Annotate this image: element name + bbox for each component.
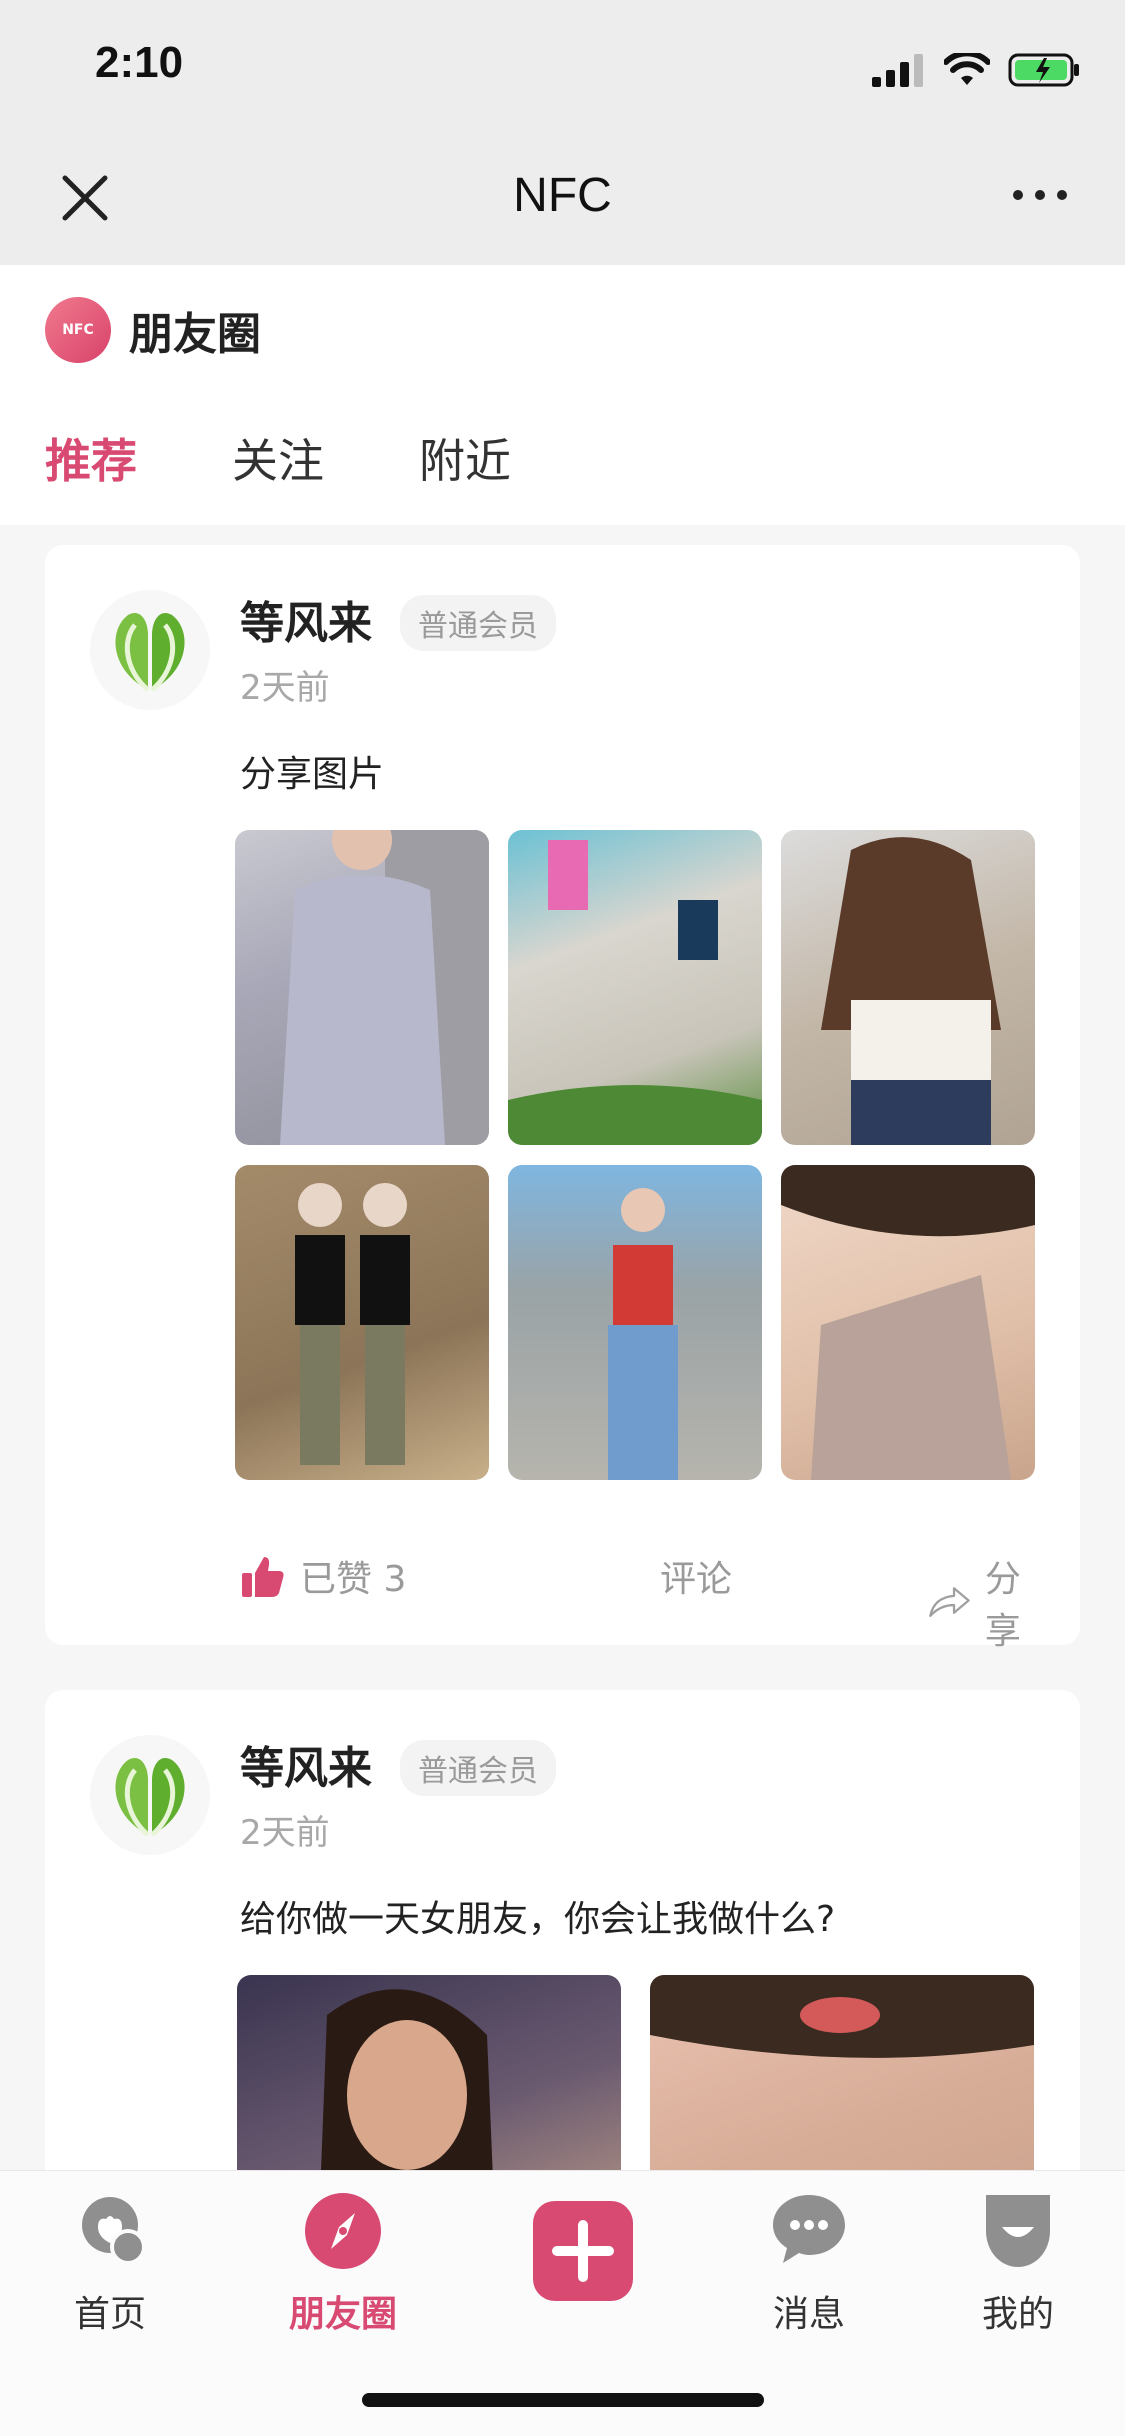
more-icon[interactable] — [1010, 185, 1070, 205]
tab-recommend[interactable]: 推荐 — [45, 425, 137, 491]
post-photo[interactable] — [237, 1975, 621, 2170]
username[interactable]: 等风来 — [240, 587, 372, 651]
post-actions: 已赞 3 评论 分享 — [240, 1550, 1040, 1652]
top-bar: 2:10 NFC — [0, 0, 1125, 265]
post-card: 等风来 普通会员 2天前 分享图片 已赞 3 评论 分享 — [45, 545, 1080, 1652]
profile-icon — [986, 2195, 1050, 2267]
post-time: 2天前 — [240, 1813, 330, 1853]
feed-tabs: 推荐 关注 附近 — [45, 425, 511, 491]
avatar[interactable] — [90, 590, 210, 710]
post-photo[interactable] — [781, 1165, 1035, 1480]
share-label: 分享 — [984, 1559, 1021, 1652]
feed-header: NFC 朋友圈 推荐 关注 附近 — [0, 265, 1125, 525]
compass-icon — [305, 2193, 381, 2269]
cabbage-icon — [115, 612, 185, 692]
tabbar-profile[interactable]: 我的 — [938, 2191, 1098, 2337]
tab-following[interactable]: 关注 — [232, 425, 324, 491]
chat-icon — [773, 2195, 845, 2263]
brand: NFC 朋友圈 — [45, 297, 261, 363]
comment-label: 评论 — [660, 1559, 733, 1600]
status-time: 2:10 — [95, 38, 184, 87]
tabbar-messages-label: 消息 — [772, 2294, 845, 2335]
tabbar-moments[interactable]: 朋友圈 — [263, 2191, 423, 2337]
share-icon — [929, 1587, 970, 1617]
tabbar-profile-label: 我的 — [981, 2294, 1054, 2335]
cabbage-icon — [115, 1757, 185, 1837]
like-button[interactable]: 已赞 3 — [240, 1550, 406, 1602]
battery-icon — [1008, 53, 1079, 87]
home-indicator — [362, 2393, 764, 2407]
share-button[interactable]: 分享 — [928, 1550, 1040, 1654]
tabbar-messages[interactable]: 消息 — [729, 2191, 889, 2337]
post-time: 2天前 — [240, 668, 330, 708]
post-photo[interactable] — [650, 1975, 1034, 2170]
home-icon — [82, 2197, 146, 2265]
member-badge: 普通会员 — [400, 1740, 556, 1796]
status-icons — [872, 50, 1080, 90]
tab-nearby[interactable]: 附近 — [419, 425, 511, 491]
tabbar-home-label: 首页 — [73, 2294, 146, 2335]
avatar[interactable] — [90, 1735, 210, 1855]
post-card: 等风来 普通会员 2天前 给你做一天女朋友，你会让我做什么? — [45, 1690, 1080, 2170]
username[interactable]: 等风来 — [240, 1732, 372, 1796]
post-photo[interactable] — [508, 830, 762, 1145]
tabbar-home[interactable]: 首页 — [30, 2191, 190, 2337]
comment-button[interactable]: 评论 — [660, 1550, 732, 1602]
post-text: 给你做一天女朋友，你会让我做什么? — [240, 1899, 836, 1940]
tabbar-moments-label: 朋友圈 — [288, 2294, 397, 2335]
nfc-logo: NFC — [45, 297, 111, 363]
signal-icon — [872, 54, 923, 87]
thumbs-up-icon — [242, 1557, 284, 1597]
bottom-tab-bar: 首页 朋友圈 消息 我的 — [0, 2170, 1125, 2436]
wifi-icon — [944, 53, 990, 85]
plus-icon — [533, 2201, 633, 2301]
post-photo[interactable] — [235, 830, 489, 1145]
page-title: NFC — [513, 169, 612, 222]
post-photo[interactable] — [235, 1165, 489, 1480]
post-text: 分享图片 — [240, 754, 385, 795]
like-label: 已赞 3 — [300, 1559, 407, 1600]
content-area[interactable]: NFC 朋友圈 推荐 关注 附近 等风来 普通会员 2天前 分享图片 已赞 3 … — [0, 265, 1125, 2170]
member-badge: 普通会员 — [400, 595, 556, 651]
brand-title: 朋友圈 — [129, 309, 261, 360]
tabbar-post[interactable] — [503, 2201, 663, 2301]
post-photo[interactable] — [508, 1165, 762, 1480]
post-photo[interactable] — [781, 830, 1035, 1145]
